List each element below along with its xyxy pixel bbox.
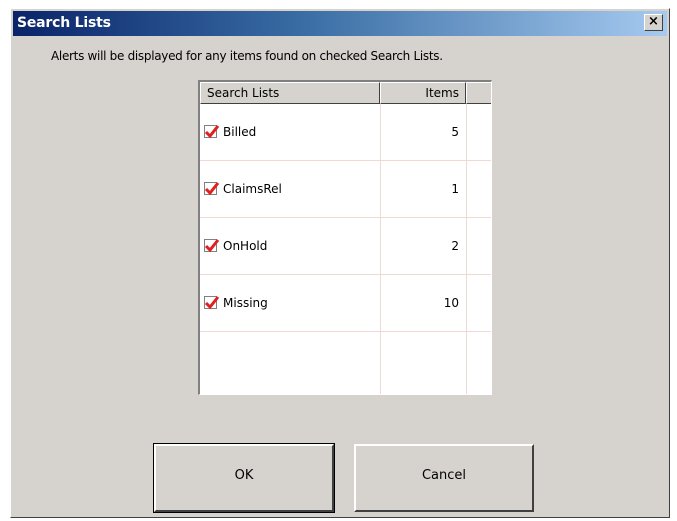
column-header-items[interactable]: Items <box>380 82 466 104</box>
checkbox-missing[interactable] <box>204 296 220 310</box>
search-lists-listview[interactable]: Search Lists Items Billed 5 ClaimsRel 1 … <box>198 80 492 395</box>
search-lists-dialog: Search Lists × Alerts will be displayed … <box>10 8 670 518</box>
list-item-label: OnHold <box>223 239 268 253</box>
check-icon <box>204 239 220 253</box>
cancel-button[interactable]: Cancel <box>354 444 534 512</box>
list-item-count: 10 <box>443 296 459 310</box>
check-icon <box>204 296 220 310</box>
check-icon <box>204 125 220 139</box>
listview-header: Search Lists Items <box>200 82 491 104</box>
column-header-filler <box>466 82 491 104</box>
window-title: Search Lists <box>17 15 111 31</box>
list-item-missing[interactable]: Missing 10 <box>200 275 491 332</box>
list-item-label: Billed <box>223 125 257 139</box>
list-item-onhold[interactable]: OnHold 2 <box>200 218 491 275</box>
check-icon <box>204 182 220 196</box>
checkbox-billed[interactable] <box>204 125 220 139</box>
list-item-count: 2 <box>451 239 459 253</box>
checkbox-onhold[interactable] <box>204 239 220 253</box>
close-icon: × <box>648 14 659 29</box>
list-item-claimsrel[interactable]: ClaimsRel 1 <box>200 161 491 218</box>
list-item-count: 1 <box>451 182 459 196</box>
ok-button[interactable]: OK <box>153 443 335 513</box>
checkbox-claimsrel[interactable] <box>204 182 220 196</box>
column-header-search-lists[interactable]: Search Lists <box>200 82 380 104</box>
list-item-count: 5 <box>451 125 459 139</box>
title-bar[interactable]: Search Lists × <box>13 11 667 36</box>
close-button[interactable]: × <box>644 14 663 31</box>
alert-message: Alerts will be displayed for any items f… <box>51 49 443 63</box>
list-item-label: Missing <box>223 296 268 310</box>
list-item-billed[interactable]: Billed 5 <box>200 104 491 161</box>
list-item-label: ClaimsRel <box>223 182 282 196</box>
